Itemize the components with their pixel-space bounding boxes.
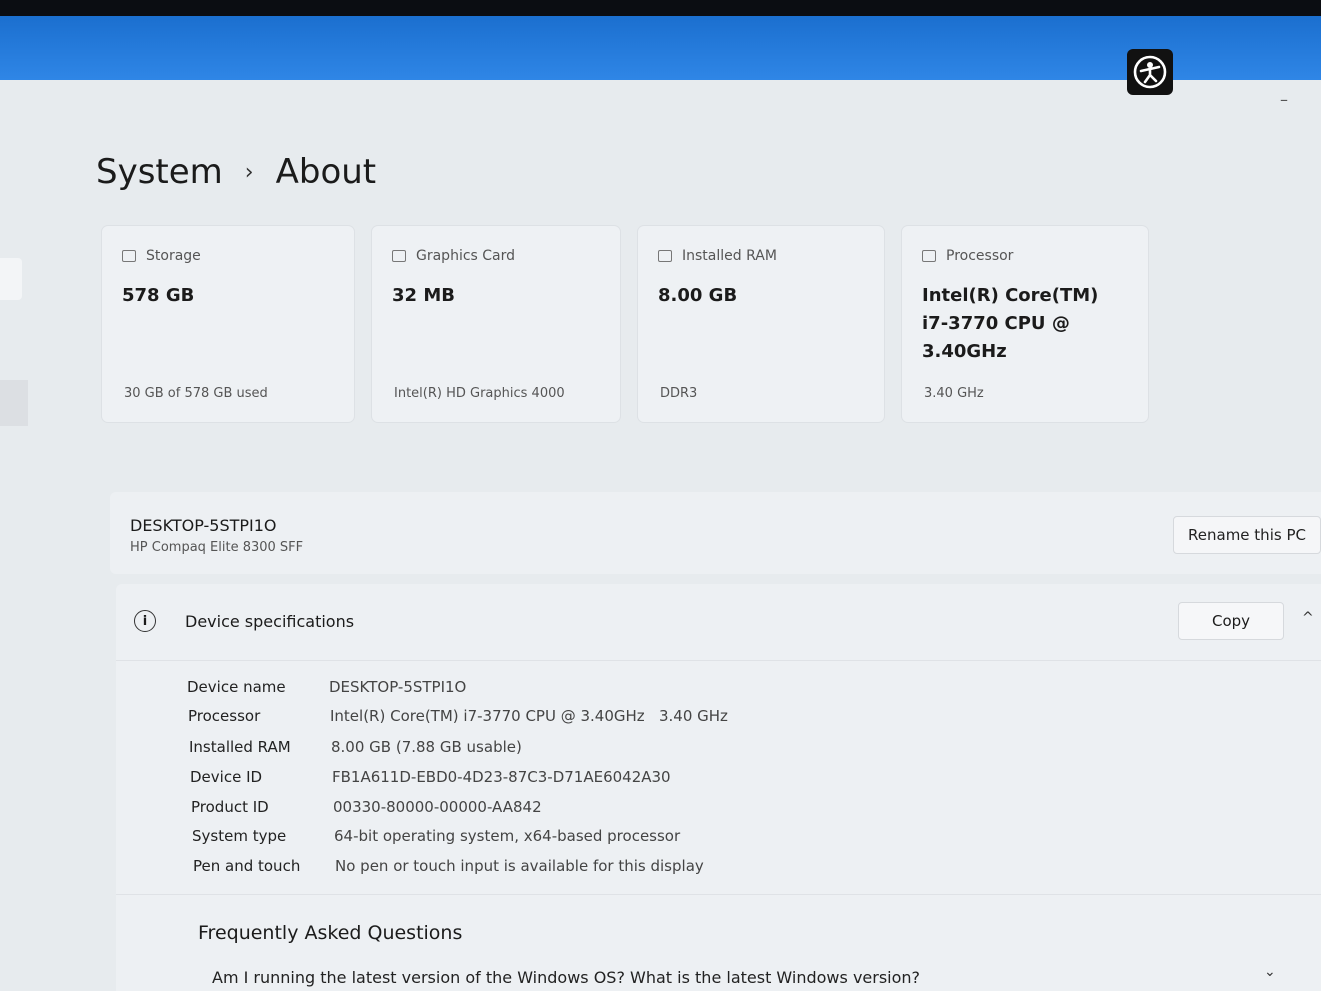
minimize-button[interactable]: – [1280, 92, 1288, 108]
chevron-up-icon[interactable]: ^ [1302, 610, 1314, 626]
breadcrumb: System › About [96, 152, 376, 192]
breadcrumb-separator: › [244, 159, 254, 185]
sidebar-selected-item[interactable] [0, 380, 28, 426]
pc-name-row: DESKTOP-5STPI1O HP Compaq Elite 8300 SFF… [110, 492, 1321, 574]
chevron-down-icon[interactable]: ⌄ [1264, 964, 1276, 980]
breadcrumb-parent[interactable]: System [96, 152, 223, 192]
installed-ram-card[interactable]: Installed RAM 8.00 GB DDR3 [638, 226, 884, 422]
spec-row-product-id: Product ID 00330-80000-00000-AA842 [191, 798, 542, 816]
section-title: Device specifications [185, 612, 355, 631]
spec-key: System type [192, 827, 287, 845]
page-title: About [275, 152, 377, 192]
card-label: Graphics Card [416, 248, 516, 264]
title-bar [0, 16, 1321, 95]
ram-icon [658, 250, 672, 262]
spec-row-device-id: Device ID FB1A611D-EBD0-4D23-87C3-D71AE6… [190, 768, 671, 786]
faq-question[interactable]: Am I running the latest version of the W… [212, 968, 920, 987]
spec-value: Intel(R) Core(TM) i7-3770 CPU @ 3.40GHz … [330, 707, 728, 725]
processor-icon [922, 250, 936, 262]
screen-top-bezel [0, 0, 1321, 16]
card-label: Storage [146, 248, 201, 264]
spec-key: Pen and touch [193, 857, 301, 875]
storage-icon [122, 250, 136, 262]
info-icon: i [134, 610, 156, 632]
card-sub: Intel(R) HD Graphics 4000 [394, 386, 565, 401]
spec-value: FB1A611D-EBD0-4D23-87C3-D71AE6042A30 [332, 768, 671, 786]
card-label: Installed RAM [682, 248, 777, 264]
accessibility-icon[interactable] [1127, 49, 1173, 95]
pc-name: DESKTOP-5STPI1O [130, 516, 277, 535]
copy-button[interactable]: Copy [1178, 602, 1284, 640]
graphics-card-card[interactable]: Graphics Card 32 MB Intel(R) HD Graphics… [372, 226, 620, 422]
divider [116, 660, 1321, 661]
card-label: Processor [946, 248, 1014, 264]
spec-row-pen-and-touch: Pen and touch No pen or touch input is a… [193, 857, 704, 875]
spec-value: 00330-80000-00000-AA842 [333, 798, 542, 816]
spec-key: Processor [188, 707, 261, 725]
spec-key: Product ID [191, 798, 269, 816]
spec-row-processor: Processor Intel(R) Core(TM) i7-3770 CPU … [188, 707, 728, 725]
spec-key: Installed RAM [189, 738, 291, 756]
card-value: Intel(R) Core(TM) i7-3770 CPU @ 3.40GHz [922, 285, 1099, 362]
device-specifications-section: i Device specifications Copy ^ Device na… [116, 584, 1321, 991]
card-sub: 3.40 GHz [924, 386, 984, 401]
card-sub: 30 GB of 578 GB used [124, 386, 268, 401]
spec-value: No pen or touch input is available for t… [335, 857, 704, 875]
card-value: 8.00 GB [658, 285, 738, 306]
processor-card[interactable]: Processor Intel(R) Core(TM) i7-3770 CPU … [902, 226, 1148, 422]
spec-row-device-name: Device name DESKTOP-5STPI1O [187, 678, 466, 696]
pc-model: HP Compaq Elite 8300 SFF [130, 540, 304, 555]
faq-title: Frequently Asked Questions [198, 922, 463, 944]
card-value: 32 MB [392, 285, 455, 306]
card-value: 578 GB [122, 285, 195, 306]
storage-card[interactable]: Storage 578 GB 30 GB of 578 GB used [102, 226, 354, 422]
card-sub: DDR3 [660, 386, 698, 401]
sidebar-edge[interactable] [0, 258, 22, 300]
spec-value: 64-bit operating system, x64-based proce… [334, 827, 681, 845]
spec-value: DESKTOP-5STPI1O [329, 678, 467, 696]
rename-pc-button[interactable]: Rename this PC [1173, 516, 1321, 554]
spec-key: Device ID [190, 768, 263, 786]
spec-row-installed-ram: Installed RAM 8.00 GB (7.88 GB usable) [189, 738, 522, 756]
graphics-card-icon [392, 250, 406, 262]
device-specifications-header[interactable]: i Device specifications Copy ^ [116, 584, 1321, 660]
spec-row-system-type: System type 64-bit operating system, x64… [192, 827, 680, 845]
spec-value: 8.00 GB (7.88 GB usable) [331, 738, 522, 756]
divider [116, 894, 1321, 895]
spec-key: Device name [187, 678, 286, 696]
